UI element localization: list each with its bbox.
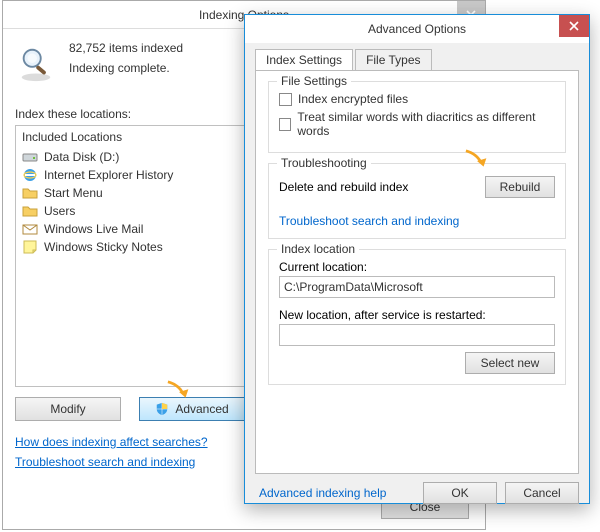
troubleshoot-link[interactable]: Troubleshoot search and indexing — [15, 455, 195, 469]
list-item-label: Data Disk (D:) — [44, 150, 119, 164]
advanced-titlebar: Advanced Options — [245, 15, 589, 43]
file-settings-legend: File Settings — [277, 74, 351, 88]
checkbox-icon[interactable] — [279, 118, 291, 131]
ie-icon — [22, 167, 38, 183]
delete-rebuild-label: Delete and rebuild index — [279, 180, 408, 194]
troubleshooting-group: Troubleshooting Delete and rebuild index… — [268, 163, 566, 239]
advanced-help-link[interactable]: Advanced indexing help — [259, 486, 386, 500]
tab-file-types[interactable]: File Types — [355, 49, 431, 70]
index-location-legend: Index location — [277, 242, 359, 256]
new-location-label: New location, after service is restarted… — [279, 308, 555, 322]
select-new-button[interactable]: Select new — [465, 352, 555, 374]
folder-icon — [22, 185, 38, 201]
tab-index-settings[interactable]: Index Settings — [255, 49, 353, 70]
ok-button-label: OK — [451, 486, 468, 500]
troubleshoot-search-link[interactable]: Troubleshoot search and indexing — [279, 214, 459, 228]
advanced-title: Advanced Options — [368, 22, 466, 36]
indexing-affect-link[interactable]: How does indexing affect searches? — [15, 435, 208, 449]
indexing-status: Indexing complete. — [69, 61, 183, 75]
advanced-options-dialog: Advanced Options Index Settings File Typ… — [244, 14, 590, 504]
advanced-close-button[interactable] — [559, 15, 589, 37]
list-item-label: Windows Sticky Notes — [44, 240, 163, 254]
rebuild-button-label: Rebuild — [500, 180, 541, 194]
disk-icon — [22, 149, 38, 165]
select-new-button-label: Select new — [481, 356, 540, 370]
cancel-button[interactable]: Cancel — [505, 482, 579, 504]
magnifier-icon — [17, 45, 55, 83]
checkbox-icon[interactable] — [279, 93, 292, 106]
modify-button-label: Modify — [50, 402, 85, 416]
checkbox-label: Index encrypted files — [298, 92, 408, 106]
encrypted-files-option[interactable]: Index encrypted files — [279, 92, 555, 106]
checkbox-label: Treat similar words with diacritics as d… — [297, 110, 555, 138]
cancel-button-label: Cancel — [523, 486, 560, 500]
file-settings-group: File Settings Index encrypted files Trea… — [268, 81, 566, 153]
list-item-label: Start Menu — [44, 186, 103, 200]
current-location-label: Current location: — [279, 260, 555, 274]
pointer-arrow-icon — [463, 148, 493, 174]
list-item-label: Windows Live Mail — [44, 222, 143, 236]
tab-page-index-settings: File Settings Index encrypted files Trea… — [255, 70, 579, 474]
index-location-group: Index location Current location: New loc… — [268, 249, 566, 385]
folder-icon — [22, 203, 38, 219]
pointer-arrow-icon — [165, 379, 195, 405]
sticky-note-icon — [22, 239, 38, 255]
tab-strip: Index Settings File Types — [245, 43, 589, 70]
list-item-label: Users — [44, 204, 75, 218]
mail-icon — [22, 221, 38, 237]
items-indexed-count: 82,752 items indexed — [69, 41, 183, 55]
diacritics-option[interactable]: Treat similar words with diacritics as d… — [279, 110, 555, 138]
new-location-field[interactable] — [279, 324, 555, 346]
troubleshooting-legend: Troubleshooting — [277, 156, 371, 170]
current-location-field[interactable] — [279, 276, 555, 298]
list-item-label: Internet Explorer History — [44, 168, 173, 182]
tab-label: Index Settings — [266, 53, 342, 67]
tab-label: File Types — [366, 53, 420, 67]
rebuild-button[interactable]: Rebuild — [485, 176, 555, 198]
modify-button[interactable]: Modify — [15, 397, 121, 421]
ok-button[interactable]: OK — [423, 482, 497, 504]
